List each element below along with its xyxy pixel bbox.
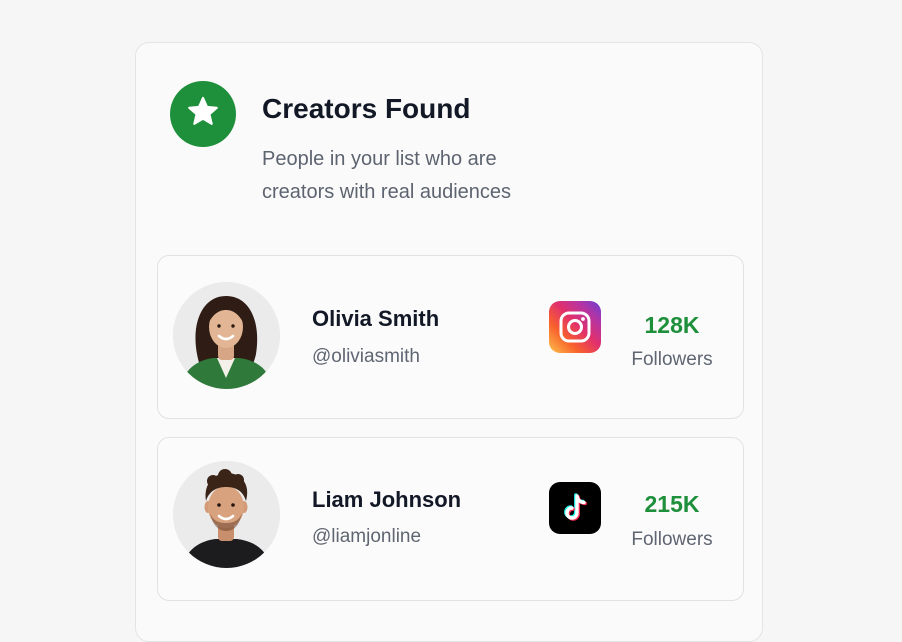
creator-card-olivia-smith[interactable]: Olivia Smith @oliviasmith 128K Followers	[157, 255, 744, 419]
avatar	[173, 461, 280, 568]
page-title: Creators Found	[262, 93, 471, 124]
subtitle-line: People in your list who are	[262, 148, 497, 170]
star-badge	[170, 81, 236, 147]
followers-label: Followers	[631, 349, 713, 370]
star-icon	[185, 94, 221, 135]
creator-name: Liam Johnson	[312, 487, 462, 512]
creator-card-liam-johnson[interactable]: Liam Johnson @liamjonline 215K Followers	[157, 437, 744, 601]
tiktok-icon[interactable]	[549, 482, 601, 534]
creator-name: Olivia Smith	[312, 306, 440, 331]
avatar	[173, 282, 280, 389]
creators-found-card: Creators Found People in your list who a…	[135, 42, 763, 642]
page-subtitle: People in your list who are creators wit…	[262, 143, 562, 209]
followers-count: 128K	[644, 312, 700, 338]
creator-handle: @oliviasmith	[312, 346, 420, 367]
followers-label: Followers	[631, 529, 713, 550]
followers-count: 215K	[644, 491, 700, 517]
instagram-icon[interactable]	[549, 301, 601, 353]
subtitle-line: creators with real audiences	[262, 181, 512, 203]
creator-handle: @liamjonline	[312, 526, 422, 547]
